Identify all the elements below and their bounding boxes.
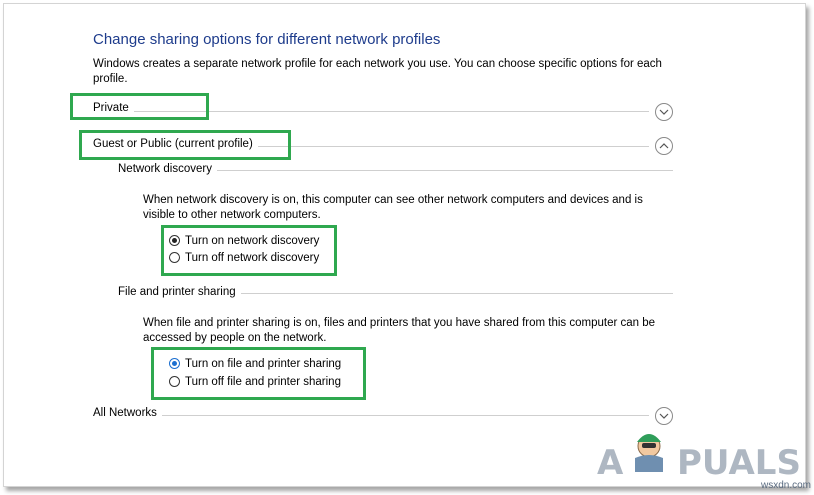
appuals-logo: A PUALS — [597, 434, 801, 480]
expand-all-networks-button[interactable] — [655, 407, 673, 425]
intro-text: Windows creates a separate network profi… — [93, 58, 662, 85]
svg-text:A: A — [597, 443, 624, 480]
chevron-down-icon — [659, 413, 669, 419]
page-title: Change sharing options for different net… — [93, 31, 441, 48]
divider-all-networks — [93, 415, 649, 416]
site-watermark: wsxdn.com — [761, 480, 812, 491]
file-sharing-description: When file and printer sharing is on, fil… — [143, 317, 656, 344]
chevron-down-icon — [659, 109, 669, 115]
highlight-box-network-discovery — [161, 225, 337, 276]
svg-text:PUALS: PUALS — [677, 443, 801, 480]
expand-private-button[interactable] — [655, 103, 673, 121]
network-discovery-description: When network discovery is on, this compu… — [143, 194, 643, 221]
file-sharing-heading: File and printer sharing — [118, 286, 241, 298]
chevron-up-icon — [659, 143, 669, 149]
collapse-guest-public-button[interactable] — [655, 137, 673, 155]
profile-all-networks-label[interactable]: All Networks — [93, 407, 162, 419]
network-discovery-heading: Network discovery — [118, 163, 217, 175]
highlight-box-guest-public — [79, 130, 291, 160]
highlight-box-file-sharing — [151, 347, 366, 400]
appuals-watermark: A PUALS — [597, 424, 803, 480]
highlight-box-private — [70, 93, 209, 120]
